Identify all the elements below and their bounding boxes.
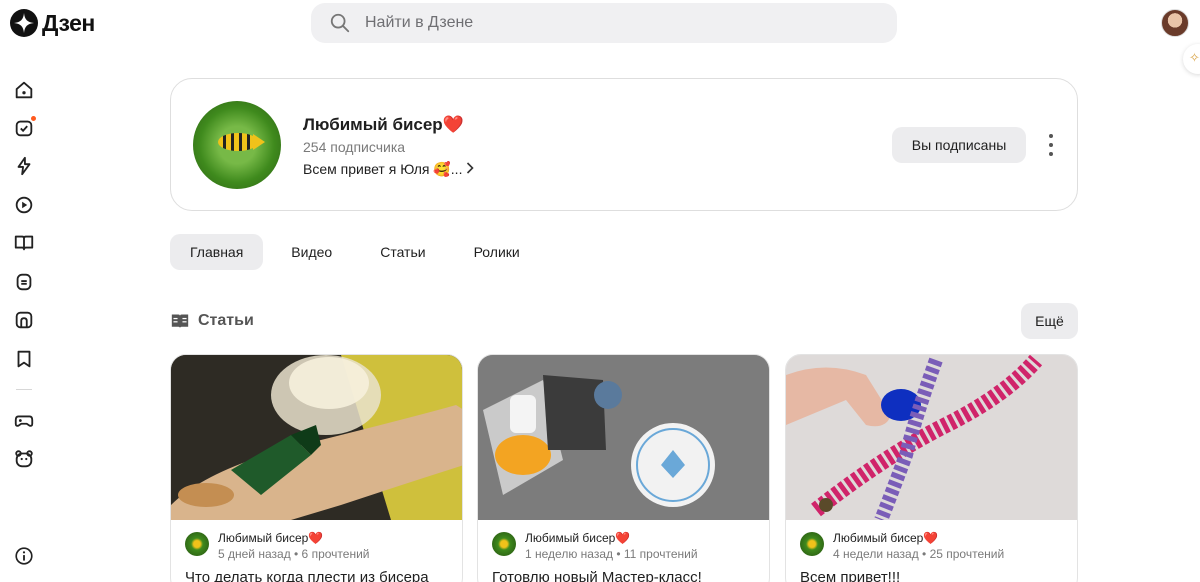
author-name-text: Любимый бисер (218, 531, 309, 545)
more-articles-button[interactable]: Ещё (1021, 303, 1078, 339)
article-image (478, 355, 769, 520)
more-options-icon[interactable] (1043, 134, 1059, 156)
tab-shorts[interactable]: Ролики (454, 234, 540, 270)
tab-main[interactable]: Главная (170, 234, 264, 270)
article-card[interactable]: Любимый бисер❤️ 4 недели назад • 25 проч… (785, 354, 1078, 582)
channel-description[interactable]: Всем привет я Юля 🥰... (303, 161, 474, 178)
zen-logo[interactable]: Дзен (10, 9, 95, 37)
article-stats: 4 недели назад • 25 прочтений (833, 547, 1005, 561)
zen-logo-icon (10, 9, 38, 37)
search-input[interactable] (365, 14, 845, 32)
subscribed-button[interactable]: Вы подписаны (892, 127, 1026, 163)
section-title: Статьи (198, 312, 254, 329)
heart-icon: ❤️ (442, 115, 464, 134)
search-icon (330, 13, 350, 33)
article-card[interactable]: Любимый бисер❤️ 1 неделю назад • 11 проч… (477, 354, 770, 582)
side-widget-button[interactable]: ✧ (1183, 44, 1200, 74)
chevron-right-icon (467, 162, 474, 174)
article-title[interactable]: Готовлю новый Мастер-класс! (492, 569, 702, 582)
bookmark-icon[interactable] (12, 347, 36, 371)
search-bar[interactable] (311, 3, 897, 43)
tab-articles[interactable]: Статьи (360, 234, 445, 270)
subscriber-count: 254 подписчика (303, 139, 406, 155)
channel-avatar[interactable] (193, 101, 281, 189)
article-title[interactable]: Что делать когда плести из бисера (185, 569, 429, 582)
user-avatar[interactable] (1161, 9, 1189, 37)
author-name: Любимый бисер❤️ (525, 531, 630, 545)
author-name: Любимый бисер❤️ (218, 531, 323, 545)
channel-card: Любимый бисер❤️ 254 подписчика Всем прив… (170, 78, 1078, 211)
author-name-text: Любимый бисер (525, 531, 616, 545)
logo-text: Дзен (42, 9, 95, 36)
author-name: Любимый бисер❤️ (833, 531, 938, 545)
lightning-icon[interactable] (12, 154, 36, 178)
subscriptions-icon[interactable] (12, 115, 37, 140)
nav-divider (16, 389, 32, 390)
channel-name-text: Любимый бисер (303, 115, 443, 134)
author-avatar (800, 532, 824, 556)
author-name-text: Любимый бисер (833, 531, 924, 545)
articles-section-icon (171, 314, 189, 329)
author-avatar (492, 532, 516, 556)
author-avatar (185, 532, 209, 556)
video-icon[interactable] (12, 193, 36, 217)
beaded-fish-image (218, 133, 258, 151)
heart-icon: ❤️ (308, 531, 324, 545)
article-title[interactable]: Всем привет!!! (800, 569, 900, 582)
articles-icon[interactable] (12, 231, 36, 255)
article-image (171, 355, 462, 520)
kids-icon[interactable] (12, 447, 36, 471)
shorts-icon[interactable] (12, 308, 36, 332)
home-icon[interactable] (12, 78, 36, 102)
article-image (786, 355, 1077, 520)
sparkle-icon: ✧ (1189, 50, 1200, 65)
articles-section-header: Статьи (170, 312, 254, 330)
channel-description-text: Всем привет я Юля 🥰... (303, 161, 463, 177)
article-stats: 1 неделю назад • 11 прочтений (525, 547, 698, 561)
info-icon[interactable] (12, 544, 36, 568)
tab-video[interactable]: Видео (271, 234, 352, 270)
notification-dot (30, 115, 37, 122)
chat-icon[interactable] (12, 270, 36, 294)
article-card[interactable]: Любимый бисер❤️ 5 дней назад • 6 прочтен… (170, 354, 463, 582)
channel-name[interactable]: Любимый бисер❤️ (303, 115, 464, 135)
channel-tabs: Главная Видео Статьи Ролики (170, 234, 548, 270)
beaded-fish-tail (253, 134, 265, 150)
heart-icon: ❤️ (923, 531, 939, 545)
gamepad-icon[interactable] (12, 409, 36, 433)
heart-icon: ❤️ (615, 531, 631, 545)
article-stats: 5 дней назад • 6 прочтений (218, 547, 370, 561)
